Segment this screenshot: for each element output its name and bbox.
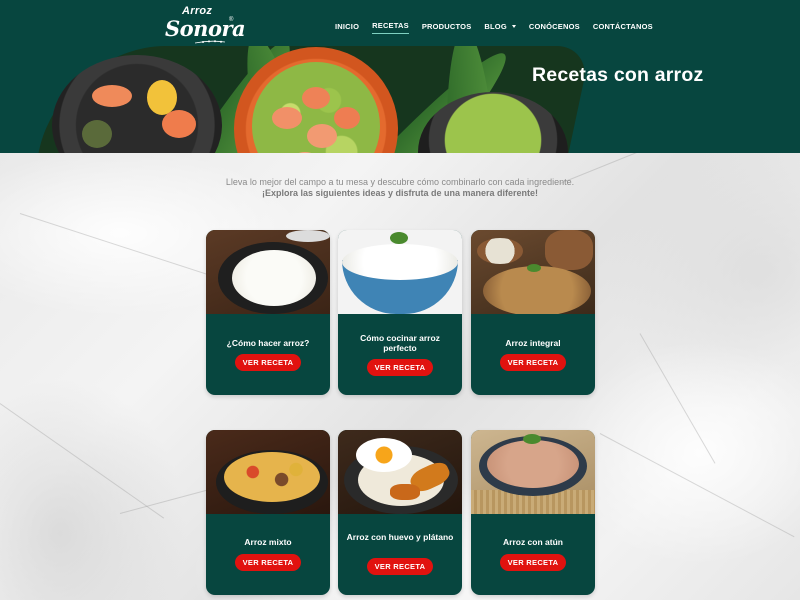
main-nav: INICIO RECETAS PRODUCTOS BLOG CONÓCENOS … xyxy=(335,16,666,36)
nav-item-blog-label: BLOG xyxy=(484,21,507,31)
recipe-card-arroz-con-huevo-y-platano[interactable]: Arroz con huevo y plátano VER RECETA xyxy=(338,430,462,595)
recipe-title: ¿Cómo hacer arroz? xyxy=(226,338,310,348)
intro-line-1: Lleva lo mejor del campo a tu mesa y des… xyxy=(225,177,575,187)
recipe-card-como-cocinar-arroz-perfecto[interactable]: Cómo cocinar arroz perfecto VER RECETA xyxy=(338,230,462,395)
recipe-image-pan-of-white-rice xyxy=(206,230,330,314)
recipe-image-mixed-rice-skillet xyxy=(206,430,330,514)
nav-item-contactanos[interactable]: CONTÁCTANOS xyxy=(593,19,653,34)
intro-text: Lleva lo mejor del campo a tu mesa y des… xyxy=(0,177,800,199)
nav-item-productos[interactable]: PRODUCTOS xyxy=(422,19,472,34)
nav-item-inicio[interactable]: INICIO xyxy=(335,19,359,34)
recipe-card-arroz-integral[interactable]: Arroz integral VER RECETA xyxy=(471,230,595,395)
wheat-icon xyxy=(195,40,225,44)
recipe-title: Arroz mixto xyxy=(244,537,292,547)
ver-receta-button[interactable]: VER RECETA xyxy=(235,554,301,571)
recipe-image-blue-bowl-white-rice xyxy=(338,230,462,314)
recipe-image-brown-rice-plate xyxy=(471,230,595,314)
site-header: Arroz Sonora ® INICIO RECETAS PRODUCTOS … xyxy=(0,0,800,153)
ver-receta-button[interactable]: VER RECETA xyxy=(367,558,433,575)
nav-item-blog[interactable]: BLOG xyxy=(484,19,516,34)
recipe-card-arroz-mixto[interactable]: Arroz mixto VER RECETA xyxy=(206,430,330,595)
ver-receta-button[interactable]: VER RECETA xyxy=(500,354,566,371)
page-title: Recetas con arroz xyxy=(532,64,704,86)
ver-receta-button[interactable]: VER RECETA xyxy=(367,359,433,376)
brand-logo[interactable]: Arroz Sonora ® xyxy=(165,5,246,45)
recipe-card-arroz-con-atun[interactable]: Arroz con atún VER RECETA xyxy=(471,430,595,595)
registered-mark: ® xyxy=(229,17,234,23)
recipe-image-tuna-rice-bowl xyxy=(471,430,595,514)
recipe-image-rice-egg-plantain xyxy=(338,430,462,514)
recipe-title: Cómo cocinar arroz perfecto xyxy=(360,333,440,353)
ver-receta-button[interactable]: VER RECETA xyxy=(500,554,566,571)
recipe-title: Arroz con huevo y plátano xyxy=(346,532,454,542)
nav-item-recetas[interactable]: RECETAS xyxy=(372,18,409,34)
recipe-title: Arroz integral xyxy=(505,338,561,348)
nav-item-conocenos[interactable]: CONÓCENOS xyxy=(529,19,580,34)
recipe-card-como-hacer-arroz[interactable]: ¿Cómo hacer arroz? VER RECETA xyxy=(206,230,330,395)
chevron-down-icon xyxy=(511,25,516,29)
ver-receta-button[interactable]: VER RECETA xyxy=(235,354,301,371)
intro-line-2: ¡Explora las siguientes ideas y disfruta… xyxy=(261,188,539,198)
recipe-title: Arroz con atún xyxy=(503,537,563,547)
